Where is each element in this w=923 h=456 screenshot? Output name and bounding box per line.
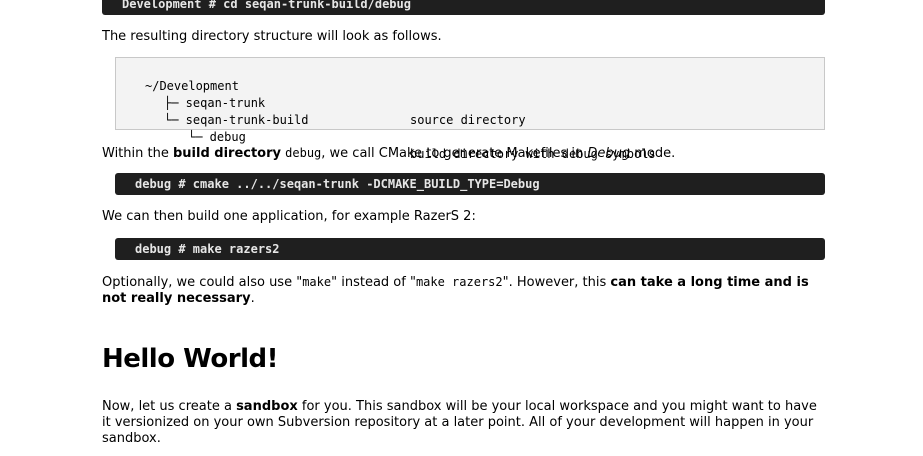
directory-tree-block: ~/Development ├─ seqan-trunk source dire… [115,57,825,161]
bold-sandbox: sandbox [236,399,298,414]
text: Now, let us create a [102,399,237,414]
text: . [250,291,255,306]
code-make-razers2: make razers2 [415,275,503,289]
text: " instead of " [331,275,416,290]
paragraph-build-directory: Within the build directory debug, we cal… [102,145,675,162]
command-cd-debug: Development # cd seqan-trunk-build/debug [102,0,825,15]
code-make: make [302,275,332,289]
code-debug: debug [285,146,322,160]
command-cmake: debug # cmake ../../seqan-trunk -DCMAKE_… [115,173,825,195]
paragraph-optionally: Optionally, we could also use "make" ins… [102,274,825,307]
tree-name: └─ debug [188,130,246,144]
tree-row: ├─ seqan-trunk source directory [116,78,824,127]
text: Within the [102,146,173,161]
paragraph-sandbox: Now, let us create a sandbox for you. Th… [102,399,825,447]
italic-debug: Debug [587,146,631,161]
text: , we call CMake to generate Makefiles in [321,146,588,161]
paragraph-build-application: We can then build one application, for e… [102,209,476,224]
bold-build-directory: build directory [172,146,281,161]
command-make-razers2: debug # make razers2 [115,238,825,260]
tree-row: ~/Development [116,61,824,93]
text: mode. [630,146,676,161]
text: Optionally, we could also use " [102,275,303,290]
text: ". However, this [502,275,611,290]
tree-row: └─ debug build directory with debug symb… [116,112,824,161]
paragraph-directory-structure: The resulting directory structure will l… [102,29,442,44]
tree-row: └─ seqan-trunk-build [116,95,824,127]
section-heading-hello-world: Hello World! [102,344,278,374]
